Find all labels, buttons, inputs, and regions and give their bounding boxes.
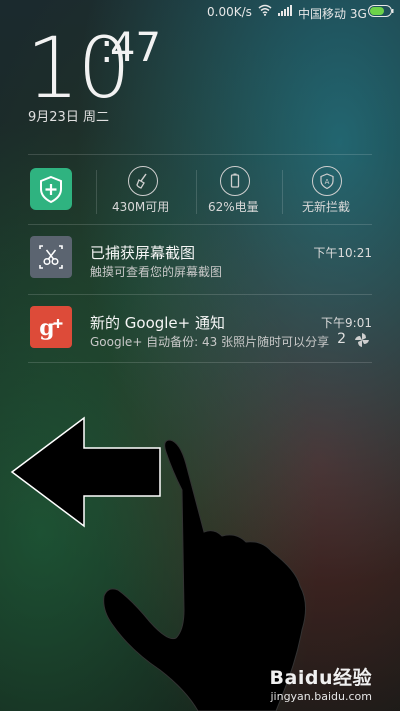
svg-text:A: A [325, 178, 330, 186]
battery-manager-button[interactable]: 62%电量 [206, 166, 266, 216]
signal-icon [278, 5, 292, 19]
battery-icon [368, 5, 394, 20]
memory-label: 430M可用 [112, 200, 170, 214]
baidu-jingyan-watermark: Baidu经验 jingyan.baidu.com [270, 663, 372, 703]
notification-title: 已捕获屏幕截图 [90, 244, 196, 262]
security-center-button[interactable] [30, 168, 72, 210]
toggle-separator [196, 170, 197, 214]
notification-count: 2 [337, 331, 346, 347]
battery-icon [220, 166, 250, 196]
divider [28, 294, 372, 295]
broom-icon [128, 166, 158, 196]
notification-time: 下午10:21 [313, 246, 372, 260]
notification-subtitle: 触摸可查看您的屏幕截图 [90, 265, 223, 279]
clock-minute: 47 [110, 25, 161, 71]
carrier-label: 中国移动 3G [298, 7, 367, 21]
notification-google-plus[interactable]: g 新的 Google+ 通知 Google+ 自动备份: 43 张照片随时可以… [28, 302, 372, 358]
battery-label: 62%电量 [208, 200, 259, 214]
date-label: 9月23日 周二 [28, 110, 109, 125]
memory-cleaner-button[interactable]: 430M可用 [112, 166, 172, 216]
divider [28, 154, 372, 155]
watermark-brand: Baidu经验 [269, 667, 372, 689]
notification-screenshot[interactable]: 已捕获屏幕截图 触摸可查看您的屏幕截图 下午10:21 [28, 232, 372, 288]
shield-a-icon: A [312, 166, 342, 196]
svg-text:g: g [39, 315, 54, 341]
google-plus-icon: g [30, 306, 72, 348]
divider [28, 224, 372, 225]
shield-plus-icon [40, 175, 62, 204]
wifi-icon [258, 4, 272, 19]
notification-title: 新的 Google+ 通知 [90, 314, 226, 332]
toggle-separator [282, 170, 283, 214]
screenshot-scissors-icon [30, 236, 72, 278]
firewall-label: 无新拦截 [302, 200, 351, 214]
notification-time: 下午9:01 [321, 316, 372, 330]
firewall-button[interactable]: A 无新拦截 [300, 166, 360, 216]
toggle-separator [96, 170, 97, 214]
network-speed: 0.00K/s [207, 5, 252, 19]
notification-subtitle: Google+ 自动备份: 43 张照片随时可以分享 [90, 335, 330, 349]
watermark-url: jingyan.baidu.com [270, 690, 372, 703]
pinwheel-icon [354, 332, 370, 352]
divider [28, 362, 372, 363]
left-arrow-icon [10, 416, 161, 528]
